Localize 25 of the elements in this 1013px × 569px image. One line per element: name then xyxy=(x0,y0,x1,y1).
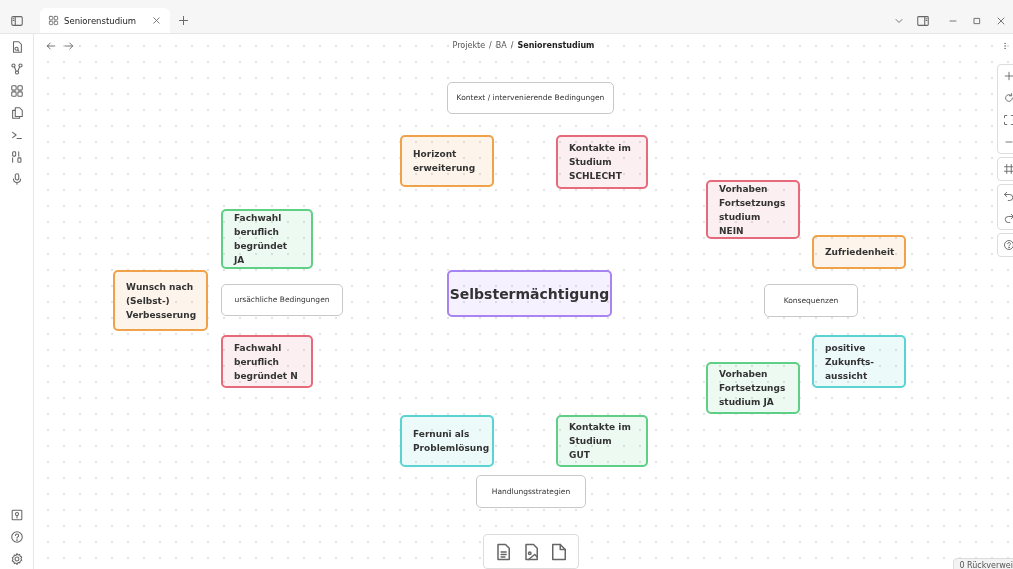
breadcrumb-current: Seniorenstudium xyxy=(517,41,595,50)
breadcrumb-link[interactable]: Projekte xyxy=(452,41,486,50)
tab[interactable]: Seniorenstudium xyxy=(40,8,170,33)
canvas-icon xyxy=(48,15,59,26)
status-bar-text[interactable]: 0 Rückverwei xyxy=(953,558,1013,569)
canvas-card[interactable]: Fachwahl beruflich begründet JA xyxy=(221,209,313,269)
forward-arrow-icon[interactable] xyxy=(62,39,76,53)
canvas-card[interactable]: Fachwahl beruflich begründet N xyxy=(221,335,313,388)
canvas-card[interactable]: Zufriedenheit xyxy=(812,235,906,269)
canvas-card[interactable]: Vorhaben Fortsetzungs studium NEIN xyxy=(706,180,800,239)
close-icon[interactable] xyxy=(151,15,162,26)
breadcrumb-separator: / xyxy=(510,41,514,50)
canvas-card[interactable]: Kontakte im Studium SCHLECHT xyxy=(556,135,648,189)
breadcrumb-separator: / xyxy=(489,41,492,50)
canvas-card[interactable]: Kontakte im Studium GUT xyxy=(556,415,648,467)
blank-file-icon[interactable] xyxy=(549,541,569,562)
canvas-card[interactable]: Vorhaben Fortsetzungs studium JA xyxy=(706,362,800,414)
canvas-card[interactable]: Wunsch nach (Selbst-) Verbesserung xyxy=(113,270,208,331)
canvas-card[interactable]: positive Zukunfts- aussicht xyxy=(812,335,906,388)
canvas-card[interactable]: Fernuni als Problemlösung xyxy=(400,415,494,467)
back-arrow-icon[interactable] xyxy=(44,39,58,53)
central-card[interactable]: Selbstermächtigung xyxy=(447,270,612,317)
canvas-card[interactable]: Horizont erweiterung xyxy=(400,135,494,187)
tab-title: Seniorenstudium xyxy=(64,15,138,26)
breadcrumb-link[interactable]: BA xyxy=(495,41,507,50)
